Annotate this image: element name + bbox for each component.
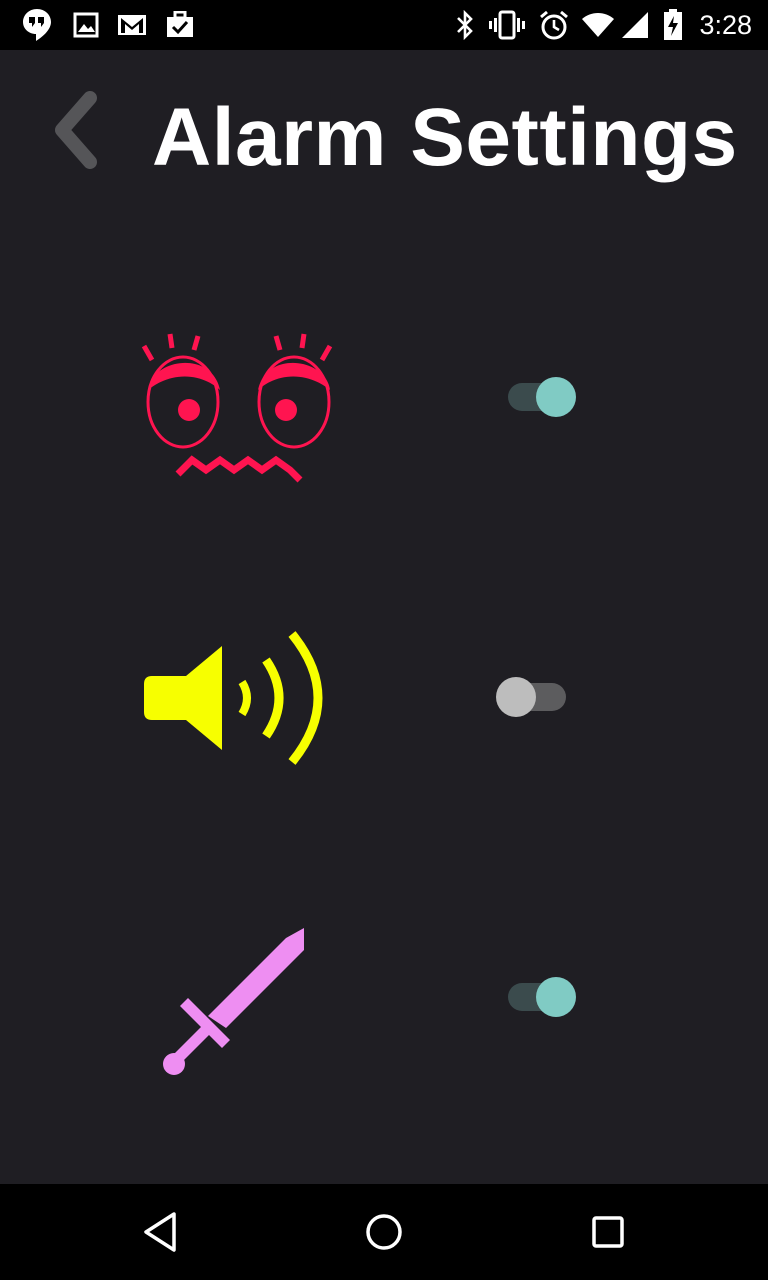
chevron-left-icon bbox=[55, 91, 97, 169]
nav-recents-button[interactable] bbox=[578, 1202, 638, 1262]
header: Alarm Settings bbox=[0, 50, 768, 220]
vibrate-icon bbox=[488, 0, 526, 50]
image-icon bbox=[70, 0, 102, 50]
toggle-thumb bbox=[496, 677, 536, 717]
sword-toggle[interactable] bbox=[496, 972, 586, 1022]
nav-bar bbox=[0, 1184, 768, 1280]
sword-icon bbox=[130, 920, 350, 1100]
gmail-icon bbox=[116, 0, 148, 50]
hangouts-icon bbox=[18, 0, 56, 50]
toggle-thumb bbox=[536, 377, 576, 417]
battery-charging-icon bbox=[660, 0, 686, 50]
nav-back-button[interactable] bbox=[130, 1202, 190, 1262]
back-triangle-icon bbox=[144, 1212, 176, 1252]
back-button[interactable] bbox=[40, 86, 112, 174]
alarm-icon bbox=[536, 0, 572, 50]
setting-row-sword bbox=[0, 900, 768, 1100]
setting-row-face bbox=[0, 300, 768, 500]
page-title: Alarm Settings bbox=[152, 92, 738, 183]
tasks-icon bbox=[164, 0, 196, 50]
status-time: 3:28 bbox=[699, 10, 752, 40]
status-bar: 3:28 bbox=[0, 0, 768, 50]
wifi-icon bbox=[580, 0, 616, 50]
signal-icon bbox=[620, 0, 650, 50]
recents-square-icon bbox=[592, 1216, 624, 1248]
speaker-volume-icon bbox=[130, 620, 350, 800]
setting-row-sound bbox=[0, 600, 768, 800]
sound-toggle[interactable] bbox=[496, 672, 586, 722]
face-toggle[interactable] bbox=[496, 372, 586, 422]
angry-face-icon bbox=[130, 310, 350, 490]
bluetooth-icon bbox=[452, 0, 478, 50]
nav-home-button[interactable] bbox=[354, 1202, 414, 1262]
home-circle-icon bbox=[366, 1214, 402, 1250]
toggle-thumb bbox=[536, 977, 576, 1017]
